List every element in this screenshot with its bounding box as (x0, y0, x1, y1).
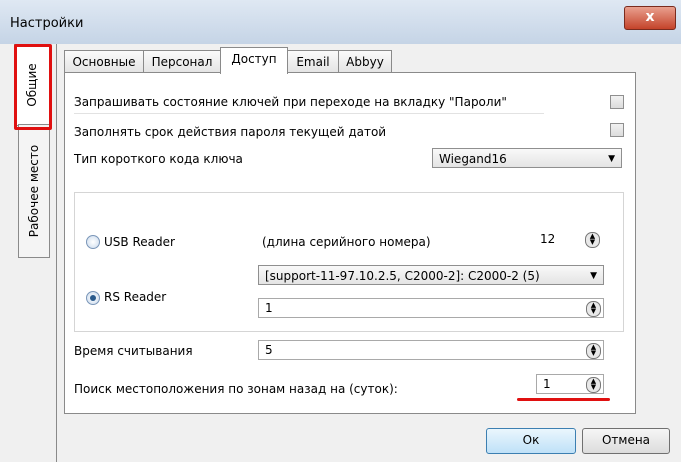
rs-reader-field[interactable]: 1 ▲ ▼ (258, 298, 604, 318)
spin-arrows-icon[interactable]: ▲ ▼ (586, 301, 601, 317)
spin-arrows-icon[interactable]: ▲ ▼ (585, 232, 600, 248)
tab-email-label: Email (296, 55, 330, 69)
spin-arrows-icon[interactable]: ▲ ▼ (586, 343, 601, 359)
read-time-label: Время считывания (74, 344, 193, 358)
serial-length-label: (длина серийного номера) (262, 235, 431, 249)
tab-email[interactable]: Email (287, 50, 339, 73)
tab-access[interactable]: Доступ (220, 47, 288, 74)
title-bar: Настройки (0, 0, 681, 44)
window-title: Настройки (10, 16, 84, 31)
side-tab-workplace[interactable]: Рабочее место (18, 124, 50, 258)
tab-staff[interactable]: Персонал (143, 50, 221, 73)
read-time-field[interactable]: 5 ▲ ▼ (258, 340, 604, 360)
divider (74, 113, 544, 114)
cancel-label: Отмена (601, 433, 651, 447)
tab-abbyy-label: Abbyy (346, 55, 384, 69)
zone-search-stepper[interactable]: 1 ▲ ▼ (536, 374, 604, 394)
short-code-select[interactable]: Wiegand16 ▼ (432, 148, 622, 168)
device-value: [support-11-97.10.2.5, C2000-2]: C2000-2… (265, 269, 540, 283)
rs-reader-radio[interactable] (86, 291, 100, 305)
close-icon: x (645, 9, 655, 25)
serial-length-stepper[interactable]: 12 ▲ ▼ (534, 230, 602, 250)
usb-reader-label: USB Reader (104, 235, 175, 249)
tab-access-label: Доступ (231, 52, 277, 66)
serial-length-value: 12 (540, 232, 556, 246)
chevron-down-icon: ▼ (590, 271, 597, 281)
usb-reader-radio[interactable] (86, 235, 100, 249)
side-tab-workplace-label: Рабочее место (27, 144, 41, 238)
zone-search-label: Поиск местоположения по зонам назад на (… (74, 382, 398, 396)
tab-abbyy[interactable]: Abbyy (338, 50, 392, 73)
device-select[interactable]: [support-11-97.10.2.5, C2000-2]: C2000-2… (258, 265, 604, 285)
read-time-value: 5 (265, 343, 273, 357)
short-code-label: Тип короткого кода ключа (74, 152, 243, 166)
spin-arrows-icon[interactable]: ▲ ▼ (586, 377, 601, 393)
close-button[interactable]: x (624, 6, 676, 30)
zone-search-value: 1 (543, 377, 551, 391)
tab-staff-label: Персонал (151, 55, 213, 69)
ok-button[interactable]: Ок (486, 428, 576, 454)
tab-main-label: Основные (72, 55, 136, 69)
rs-reader-label: RS Reader (104, 290, 167, 304)
highlight-box (14, 44, 52, 130)
check-keys-label: Запрашивать состояние ключей при переход… (74, 95, 507, 109)
fill-expiry-label: Заполнять срок действия пароля текущей д… (74, 125, 387, 139)
chevron-down-icon: ▼ (608, 154, 615, 164)
red-underline (517, 398, 610, 401)
cancel-button[interactable]: Отмена (582, 428, 670, 454)
ok-label: Ок (522, 433, 540, 447)
check-keys-checkbox[interactable] (610, 95, 624, 109)
rs-reader-value: 1 (265, 301, 273, 315)
fill-expiry-checkbox[interactable] (610, 123, 624, 137)
short-code-value: Wiegand16 (439, 152, 507, 166)
tab-main[interactable]: Основные (64, 50, 144, 73)
